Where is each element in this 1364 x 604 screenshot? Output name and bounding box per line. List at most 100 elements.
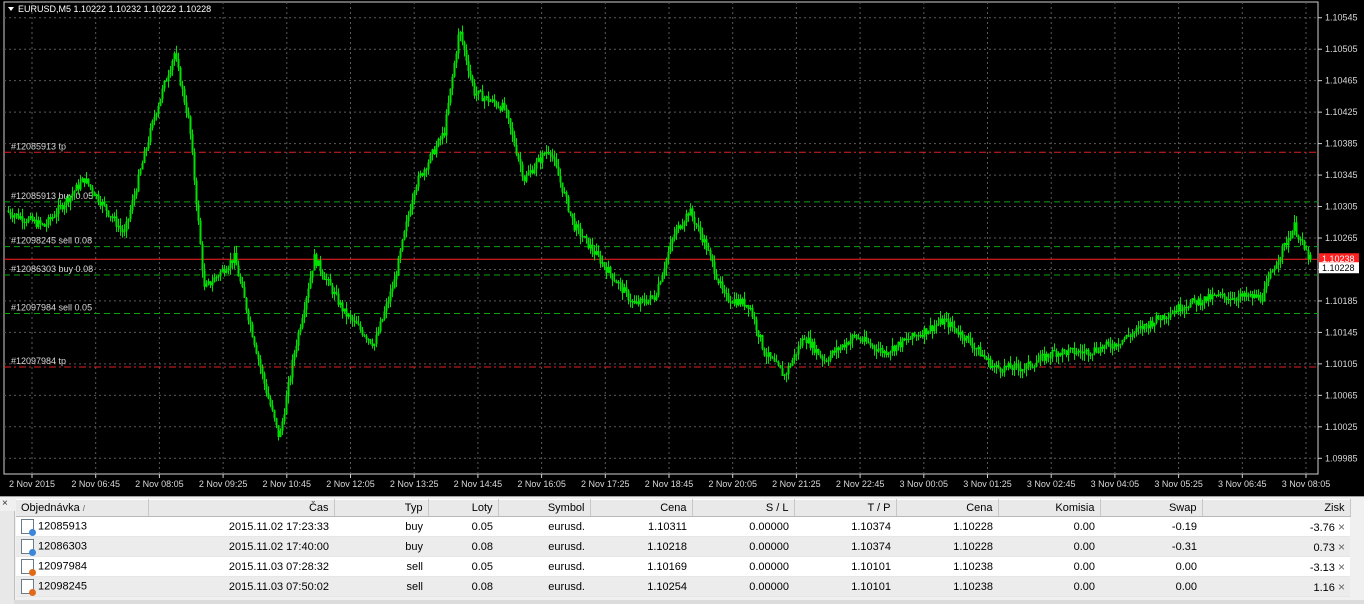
candle-body [1305,249,1308,251]
order-tp[interactable]: 1.10101 [794,556,896,577]
candle-body [1099,346,1102,353]
candle-body [1283,243,1286,246]
candle-body [859,338,862,341]
order-level-label: #12085913 buy 0.05 [11,191,93,201]
candle-body [1079,350,1082,353]
candle-body [1007,363,1010,368]
terminal-close-icon[interactable]: × [2,499,12,509]
candle-body [517,154,520,160]
col-header-order[interactable]: Objednávka / [16,499,149,517]
close-order-icon[interactable]: × [1338,560,1345,574]
candle-body [93,192,96,197]
close-order-icon[interactable]: × [1338,580,1345,594]
candle-body [699,226,702,234]
candle-body [1197,298,1200,305]
candle-body [689,208,692,216]
close-order-icon[interactable]: × [1338,540,1345,554]
candle-body [193,152,196,181]
candle-body [659,281,662,285]
col-header-current-price[interactable]: Cena [896,499,999,517]
candle-body [77,184,80,190]
candle-body [823,359,826,361]
table-row[interactable]: 12085913 2015.11.02 17:23:33 buy 0.05 eu… [16,516,1350,537]
candle-body [791,360,794,366]
order-sl[interactable]: 0.00000 [692,576,794,597]
candle-body [13,215,16,218]
candle-body [853,334,856,336]
candle-body [599,255,602,264]
col-header-type[interactable]: Typ [334,499,429,517]
y-tick-label: 1.10065 [1325,390,1358,400]
candle-body [935,324,938,327]
order-tp[interactable]: 1.10374 [794,516,896,537]
candle-body [1215,294,1218,297]
x-tick-label: 2 Nov 09:25 [199,479,248,489]
col-header-tp[interactable]: T / P [794,499,897,517]
candle-body [603,262,606,267]
candle-body [189,116,192,135]
candle-body [447,102,450,115]
candle-body [27,218,30,223]
candle-body [1153,322,1156,327]
chart-menu-icon [8,7,14,11]
table-row[interactable]: 12098245 2015.11.03 07:50:02 sell 0.08 e… [16,576,1350,597]
candle-body [983,354,986,358]
close-order-icon[interactable]: × [1338,520,1345,534]
candle-body [177,58,180,68]
candle-body [1247,295,1250,297]
terminal-side-tab[interactable] [0,511,15,604]
col-header-price[interactable]: Cena [590,499,693,517]
candle-body [435,145,438,155]
candle-body [947,318,950,328]
candle-body [867,341,870,343]
candle-body [715,274,718,280]
col-header-time[interactable]: Čas [148,499,335,517]
candle-body [365,336,368,339]
table-row[interactable]: 12097984 2015.11.03 07:28:32 sell 0.05 e… [16,556,1350,577]
candle-body [129,209,132,219]
candle-body [277,425,280,437]
col-header-swap[interactable]: Swap [1100,499,1203,517]
candle-body [1165,317,1168,319]
candle-body [639,298,642,305]
candle-body [1133,332,1136,334]
candle-body [1067,349,1070,356]
order-sl[interactable]: 0.00000 [692,536,794,557]
col-header-lots[interactable]: Loty [428,499,499,517]
candle-body [929,325,932,332]
order-tp[interactable]: 1.10101 [794,576,896,597]
candle-body [1227,299,1230,301]
candle-body [1025,364,1028,370]
order-sl[interactable]: 0.00000 [692,556,794,577]
candle-body [593,251,596,255]
candle-body [573,218,576,231]
order-sl[interactable]: 0.00000 [692,516,794,537]
y-tick-label: 1.10505 [1325,44,1358,54]
candle-body [237,265,240,277]
col-header-sl[interactable]: S / L [692,499,795,517]
order-time: 2015.11.03 07:50:02 [148,576,334,597]
candle-body [81,178,84,183]
candle-body [341,302,344,312]
candle-body [685,213,688,223]
candle-body [895,344,898,352]
candle-body [795,354,798,356]
candle-body [1213,294,1216,296]
candle-body [1051,350,1054,358]
candle-body [109,215,112,217]
candle-body [1041,353,1044,356]
candle-body [989,358,992,369]
chart-canvas[interactable]: 1.10545 1.10505 1.10465 1.10425 1.10385 1.103… [0,0,1364,492]
order-swap: 0.00 [1100,576,1202,597]
table-row[interactable]: 12086303 2015.11.02 17:40:00 buy 0.08 eu… [16,536,1350,557]
order-tp[interactable]: 1.10374 [794,536,896,557]
candle-body [527,172,530,176]
col-header-symbol[interactable]: Symbol [498,499,591,517]
candle-body [825,360,828,362]
price-chart[interactable]: 1.10545 1.10505 1.10465 1.10425 1.10385 1.103… [0,0,1364,492]
col-header-commission[interactable]: Komisia [998,499,1101,517]
candle-body [283,414,286,422]
candle-body [185,102,188,113]
candle-body [355,320,358,324]
col-header-profit[interactable]: Zisk [1202,499,1351,517]
